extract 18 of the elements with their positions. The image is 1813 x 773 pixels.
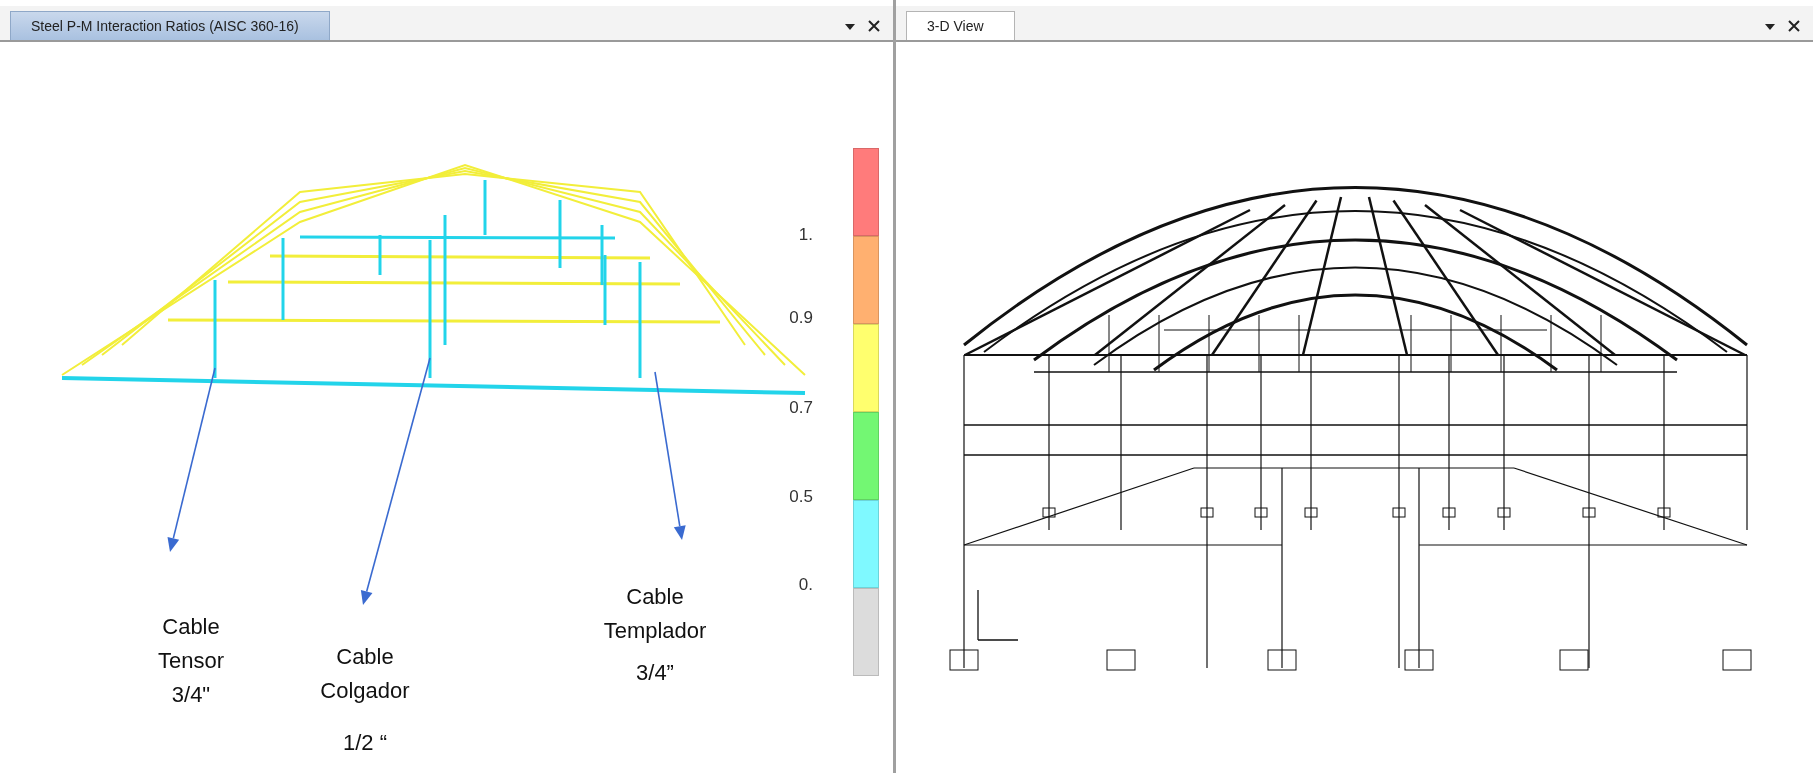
close-icon[interactable] [867,19,881,33]
annotation-text: Colgador [320,677,410,705]
annotation-text: 3/4" [171,681,211,709]
annotation-text: Templador [603,617,707,645]
annotation-text: Tensor [158,647,224,675]
annotation-text: Cable [336,643,394,671]
view-tab[interactable]: 3-D View [906,11,1015,40]
annotation-text: 1/2 “ [343,729,387,757]
legend-label: 0.9 [789,308,813,328]
legend-label: 0.5 [789,487,813,507]
close-icon[interactable] [1787,19,1801,33]
legend-label: 0. [798,575,813,595]
annotation-text: 3/4” [636,659,674,687]
legend-label: 1. [798,225,813,245]
annotation-text: Cable [626,583,684,611]
annotation-text: Cable [162,613,220,641]
view-tab[interactable]: Steel P-M Interaction Ratios (AISC 360-16) [10,11,330,40]
legend-label: 0.7 [789,398,813,418]
